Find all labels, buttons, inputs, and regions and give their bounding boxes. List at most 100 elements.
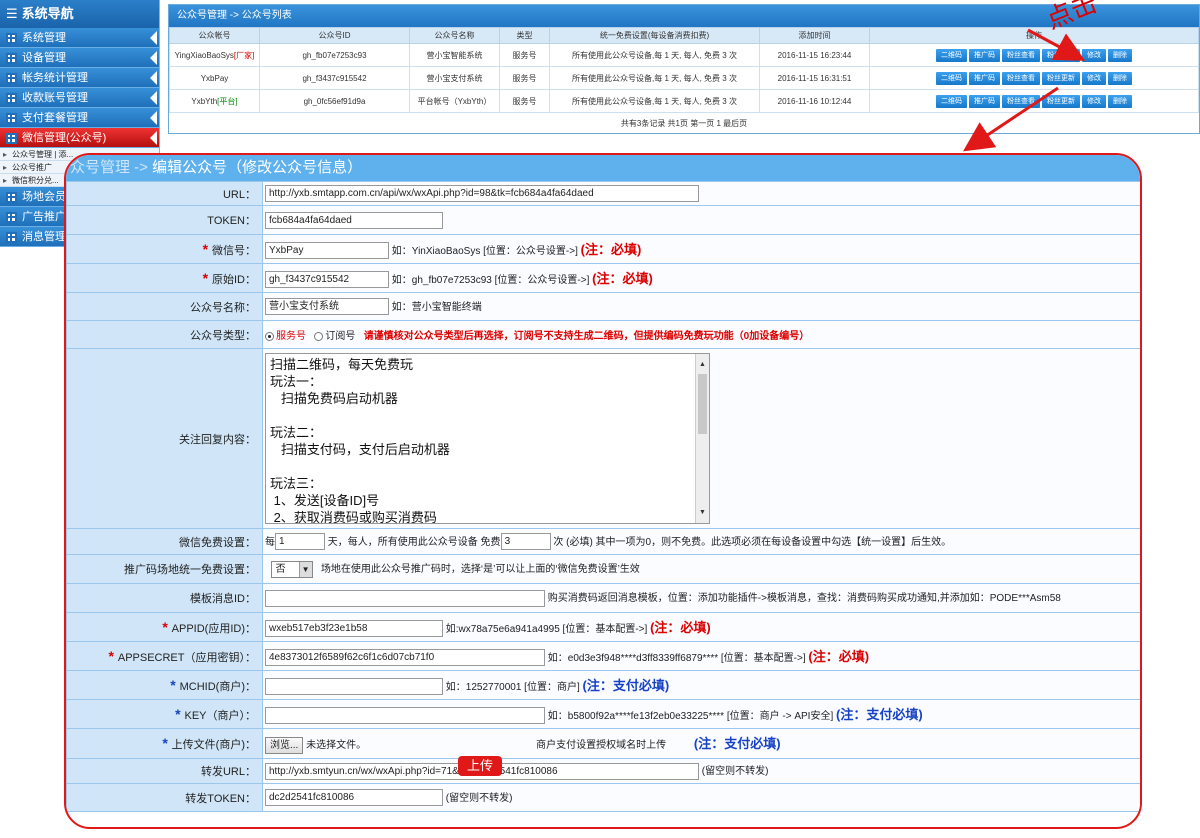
sidebar-item-label: 设备管理 [22,52,66,64]
sidebar-item-device[interactable]: 设备管理 [0,48,159,68]
appid-input[interactable]: wxeb517eb3f23e1b58 [265,620,443,638]
cell-ops: 二维码 推广码 粉丝查看 粉丝更新 修改 删除 [869,43,1199,67]
pager[interactable]: 共有3条记录 共1页 第一页 1 最后页 [169,113,1199,135]
arrow-up-icon: ▲ [699,361,706,368]
op-button[interactable]: 删除 [1108,94,1132,108]
op-button[interactable]: 粉丝更新 [1042,71,1080,85]
sidebar-item-payee[interactable]: 收款账号管理 [0,88,159,108]
column-header: 公众帐号 [169,27,260,44]
op-button[interactable]: 推广码 [969,94,1000,108]
pay-required-note: (注：支付必填) [836,706,923,722]
pay-required-note: (注：支付必填) [582,677,670,693]
account-name-input[interactable]: 营小宝支付系统 [265,298,389,316]
wechat-id-label: 微信号： [212,244,256,257]
required-note: (注：必填) [808,648,870,664]
free-mid-text: 天，每人，所有使用此公众号设备 免费 [327,536,501,548]
forward-token-input[interactable]: dc2d2541fc810086 [265,789,443,807]
account-list-panel: 公众号管理 -> 公众号列表 公众帐号 公众号ID 公众号名称 类型 统一免费设… [168,4,1200,134]
token-input[interactable]: fcb684a4fa64daed [265,211,443,229]
upload-file-label: 上传文件(商户)： [171,739,256,751]
chevron-left-icon [150,111,157,125]
op-button[interactable]: 推广码 [969,48,1000,62]
template-id-input[interactable] [265,589,545,607]
account-tag: [平台] [217,96,238,106]
browse-button[interactable]: 浏览... [265,736,304,754]
op-button[interactable]: 粉丝更新 [1042,94,1080,108]
scrollbar[interactable]: ▲ ▼ [695,354,709,523]
grid-icon [6,232,17,243]
required-note: (注：必填) [650,619,711,635]
promo-free-hint: 场地在使用此公众号推广码时，选择‘是’可以让上面的‘微信免费设置’生效 [320,564,640,576]
op-button[interactable]: 二维码 [936,94,967,108]
cell-free: 所有使用此公众号设备,每 1 天, 每人, 免费 3 次 [549,43,760,67]
reply-content-textarea[interactable]: 扫描二维码，每天免费玩 玩法一： 扫描免费码启动机器 玩法二： 扫描支付码，支付… [265,353,710,524]
chevron-left-icon [150,51,157,65]
free-times-input[interactable]: 3 [500,533,551,551]
op-button[interactable]: 二维码 [936,48,967,62]
template-id-hint: 购买消费码返回消息模板，位置：添加功能插件->模板消息，查找：消费码购买成功通知… [547,593,1061,605]
cell-type: 服务号 [499,66,550,90]
radio-service[interactable] [265,331,274,341]
mchid-input[interactable] [265,678,443,696]
op-button[interactable]: 修改 [1082,71,1106,85]
sidebar-item-accounting[interactable]: 帐务统计管理 [0,68,159,88]
op-button[interactable]: 粉丝查看 [1002,48,1040,62]
appsecret-hint: 如：e0d3e3f948****d3ff8339ff6879**** [位置：基… [547,652,806,664]
op-button[interactable]: 推广码 [969,71,1000,85]
account-type-label: 公众号类型： [66,320,263,349]
breadcrumb: 众号管理 -> [70,159,153,176]
op-button[interactable]: 二维码 [936,71,967,85]
list-icon: ☰ [6,6,18,21]
original-id-input[interactable]: gh_f3437c915542 [265,271,389,289]
appid-label: APPID(应用ID)： [171,622,256,635]
op-button[interactable]: 修改 [1082,94,1106,108]
scrollbar-thumb[interactable] [698,374,707,434]
grid-icon [6,93,17,104]
sidebar-item-package[interactable]: 支付套餐管理 [0,108,159,128]
promo-free-label: 推广码场地统一免费设置： [66,554,263,584]
grid-icon [6,33,17,44]
free-post-text: 次 (必填) 其中一项为0，则不免费。此选项必须在每设备设置中勾选【统一设置】后… [553,536,952,548]
op-button[interactable]: 修改 [1082,48,1106,62]
sidebar-item-system[interactable]: 系统管理 [0,28,159,48]
radio-subscription[interactable] [314,331,324,341]
upload-file-hint: 商户支付设置授权域名时上传 [536,740,667,752]
grid-icon [6,73,17,84]
column-header: 类型 [499,27,550,44]
radio-service-label: 服务号 [276,331,306,342]
promo-free-select[interactable]: 否 ▼ [270,560,313,578]
table-row: YxbPay gh_f3437c915542 营小宝支付系统 服务号 所有使用此公众号设… [169,66,1199,90]
free-days-input[interactable]: 1 [275,533,325,551]
grid-icon [6,212,17,223]
key-input[interactable] [265,707,545,725]
url-input[interactable]: http://yxb.smtapp.com.cn/api/wx/wxApi.ph… [265,185,699,202]
edit-form: URL： http://yxb.smtapp.com.cn/api/wx/wxA… [66,181,1140,812]
sidebar-item-wechat[interactable]: 微信管理(公众号) [0,128,159,148]
cell-time: 2016-11-16 10:12:44 [759,89,870,113]
cell-account: YxbYth[平台] [169,89,260,113]
free-setting-label: 微信免费设置： [66,528,263,555]
sidebar-item-label: 帐务统计管理 [22,72,88,84]
mchid-label: MCHID(商户)： [179,680,256,693]
cell-free: 所有使用此公众号设备,每 1 天, 每人, 免费 3 次 [549,66,760,90]
op-button[interactable]: 删除 [1108,48,1132,62]
op-button[interactable]: 粉丝查看 [1002,71,1040,85]
column-header: 公众号名称 [409,27,500,44]
cell-type: 服务号 [499,89,550,113]
table-row: YxbYth[平台] gh_0fc56ef91d9a 平台帐号（YxbYth） 服务号… [169,89,1199,113]
grid-icon [6,53,17,64]
pay-required-star: * [162,735,172,751]
appsecret-input[interactable]: 4e8373012f6589f62c6f1c6d07cb71f0 [265,649,545,667]
sidebar-item-label: 收款账号管理 [22,92,88,104]
op-button[interactable]: 删除 [1108,71,1132,85]
cell-account: YingXiaoBaoSys[厂家] [169,43,260,67]
wechat-id-input[interactable]: YxbPay [265,242,389,260]
op-button[interactable]: 粉丝更新 [1042,48,1080,62]
op-button[interactable]: 粉丝查看 [1002,94,1040,108]
grid-icon [6,113,17,124]
pay-required-note: (注：支付必填) [693,736,781,752]
sidebar-item-label: 微信管理(公众号) [22,132,107,144]
chevron-left-icon [150,31,157,45]
required-note: (注：必填) [580,241,642,257]
column-header: 公众号ID [259,27,410,44]
